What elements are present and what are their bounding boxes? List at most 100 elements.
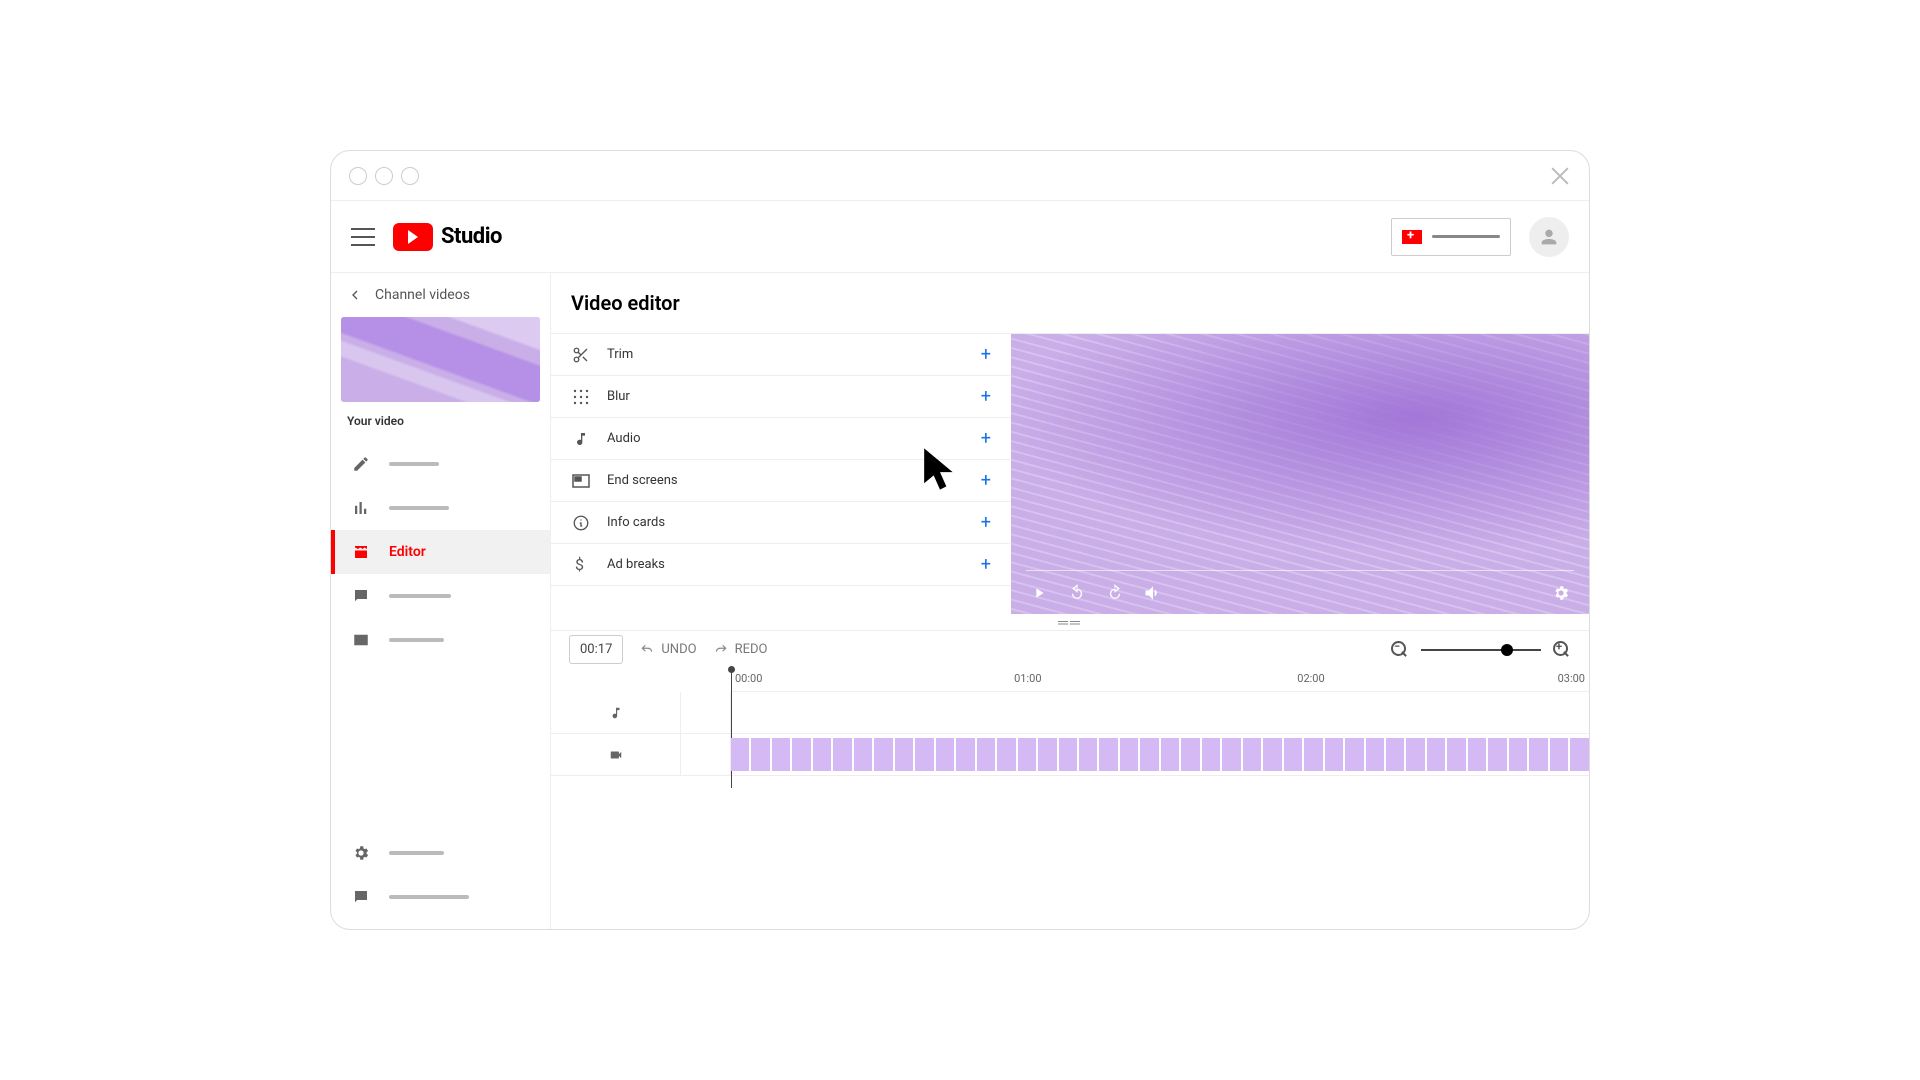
editor-clapper-icon — [351, 542, 371, 562]
tool-blur[interactable]: Blur + — [551, 376, 1011, 418]
body: Channel videos Your video Editor — [331, 273, 1589, 929]
placeholder-bar — [389, 895, 469, 899]
subtitles-icon — [351, 630, 371, 650]
forward-10-icon[interactable] — [1105, 583, 1125, 603]
plus-icon[interactable]: + — [981, 386, 991, 407]
drag-handle-icon[interactable]: ══ — [551, 614, 1589, 630]
window-dot[interactable] — [349, 167, 367, 185]
plus-icon[interactable]: + — [981, 428, 991, 449]
app-window: Studio Channel videos Your video — [330, 150, 1590, 930]
sidebar-item-settings[interactable] — [331, 831, 550, 875]
create-camera-icon — [1402, 230, 1422, 244]
video-track[interactable] — [551, 734, 1589, 776]
tool-info-cards[interactable]: Info cards + — [551, 502, 1011, 544]
zoom-in-icon[interactable]: + — [1553, 641, 1571, 659]
comment-icon — [351, 586, 371, 606]
zoom-slider[interactable] — [1421, 649, 1541, 651]
sidebar-item-feedback[interactable] — [331, 875, 550, 919]
gear-icon[interactable] — [1551, 583, 1571, 603]
volume-icon[interactable] — [1143, 583, 1163, 603]
editor-top: Trim + Blur + Audio — [551, 333, 1589, 614]
video-preview[interactable] — [1011, 334, 1589, 614]
avatar[interactable] — [1529, 217, 1569, 257]
zoom-knob[interactable] — [1501, 644, 1513, 656]
undo-label: UNDO — [661, 642, 696, 657]
music-note-icon — [571, 429, 591, 449]
info-icon — [571, 513, 591, 533]
tool-ad-breaks[interactable]: $ Ad breaks + — [551, 544, 1011, 586]
play-icon[interactable] — [1029, 583, 1049, 603]
tool-label: Audio — [607, 431, 640, 446]
plus-icon[interactable]: + — [981, 512, 991, 533]
video-clip[interactable] — [731, 738, 1589, 771]
video-camera-icon — [551, 734, 681, 775]
current-time[interactable]: 00:17 — [569, 635, 623, 664]
window-dot[interactable] — [375, 167, 393, 185]
plus-icon[interactable]: + — [981, 470, 991, 491]
arrow-left-icon — [347, 287, 363, 303]
tool-label: Trim — [607, 347, 633, 362]
placeholder-bar — [389, 638, 444, 642]
create-button[interactable] — [1391, 218, 1511, 256]
youtube-play-icon — [393, 223, 433, 251]
window-controls — [349, 167, 419, 185]
gear-icon — [351, 843, 371, 863]
window-dot[interactable] — [401, 167, 419, 185]
placeholder-bar — [389, 851, 444, 855]
placeholder-bar — [389, 506, 449, 510]
audio-track[interactable] — [551, 692, 1589, 734]
logo[interactable]: Studio — [393, 223, 502, 251]
page-title: Video editor — [551, 273, 1589, 333]
timeline-tracks — [551, 692, 1589, 776]
undo-button[interactable]: UNDO — [639, 642, 696, 657]
tool-label: Blur — [607, 389, 630, 404]
tool-trim[interactable]: Trim + — [551, 334, 1011, 376]
tool-list: Trim + Blur + Audio — [551, 334, 1011, 614]
sidebar: Channel videos Your video Editor — [331, 273, 551, 929]
redo-label: REDO — [735, 642, 768, 657]
tool-end-screens[interactable]: End screens + — [551, 460, 1011, 502]
back-link[interactable]: Channel videos — [331, 273, 550, 317]
ruler-mark: 01:00 — [1014, 672, 1041, 685]
redo-button[interactable]: REDO — [713, 642, 768, 657]
music-note-icon — [551, 692, 681, 733]
your-video-label: Your video — [331, 410, 550, 442]
sidebar-item-editor[interactable]: Editor — [331, 530, 550, 574]
back-label: Channel videos — [375, 287, 470, 303]
tool-label: Info cards — [607, 515, 665, 530]
close-icon[interactable] — [1549, 165, 1571, 187]
placeholder-bar — [389, 594, 451, 598]
dollar-icon: $ — [571, 555, 591, 575]
zoom-controls: − + — [1391, 641, 1571, 659]
titlebar — [331, 151, 1589, 201]
plus-icon[interactable]: + — [981, 554, 991, 575]
person-icon — [1538, 226, 1560, 248]
zoom-out-icon[interactable]: − — [1391, 641, 1409, 659]
sidebar-item-comments[interactable] — [331, 574, 550, 618]
menu-icon[interactable] — [351, 228, 375, 246]
logo-text: Studio — [441, 224, 502, 249]
sidebar-item-subtitles[interactable] — [331, 618, 550, 662]
feedback-icon — [351, 887, 371, 907]
preview-controls — [1011, 572, 1589, 614]
sidebar-item-details[interactable] — [331, 442, 550, 486]
timeline-ruler[interactable]: 00:00 01:00 02:00 03:00 — [731, 668, 1589, 692]
topbar: Studio — [331, 201, 1589, 273]
placeholder-bar — [1432, 235, 1500, 238]
end-screen-icon — [571, 471, 591, 491]
ruler-mark: 02:00 — [1297, 672, 1324, 685]
placeholder-bar — [389, 462, 439, 466]
replay-10-icon[interactable] — [1067, 583, 1087, 603]
tool-audio[interactable]: Audio + — [551, 418, 1011, 460]
analytics-icon — [351, 498, 371, 518]
ruler-mark: 00:00 — [735, 672, 762, 685]
tool-label: Ad breaks — [607, 557, 665, 572]
blur-grid-icon — [571, 387, 591, 407]
svg-text:$: $ — [575, 556, 584, 574]
main: Video editor Trim + Blur — [551, 273, 1589, 929]
plus-icon[interactable]: + — [981, 344, 991, 365]
ruler-mark: 03:00 — [1558, 672, 1585, 685]
timeline-toolbar: 00:17 UNDO REDO − + — [551, 630, 1589, 668]
sidebar-item-analytics[interactable] — [331, 486, 550, 530]
video-thumbnail[interactable] — [341, 317, 540, 402]
